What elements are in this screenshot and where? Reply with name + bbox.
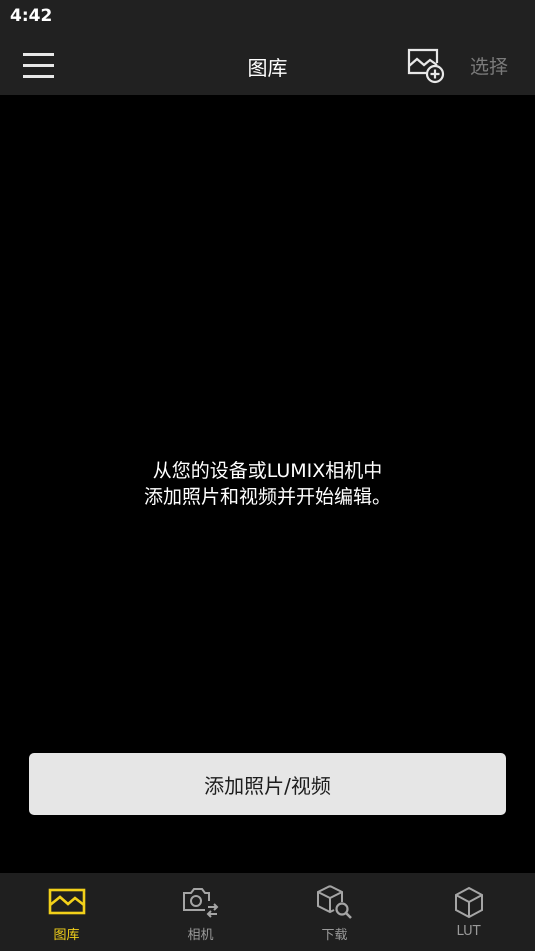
- nav-item-gallery[interactable]: 图库: [0, 873, 133, 951]
- nav-label-lut: LUT: [456, 924, 481, 939]
- cube-search-icon: [316, 885, 352, 919]
- status-bar: 4:42: [0, 0, 535, 35]
- nav-item-download[interactable]: 下载: [268, 873, 401, 951]
- camera-transfer-icon: [182, 888, 218, 918]
- cube-icon: [454, 886, 483, 919]
- nav-label-gallery: 图库: [53, 928, 80, 943]
- add-media-button[interactable]: [404, 46, 448, 88]
- status-time: 4:42: [10, 6, 53, 26]
- empty-state-message: 从您的设备或LUMIX相机中 添加照片和视频并开始编辑。: [0, 458, 535, 510]
- app-bar: 图库 选择: [0, 35, 535, 95]
- add-image-icon: [407, 48, 445, 84]
- select-button[interactable]: 选择: [470, 52, 508, 79]
- nav-item-lut[interactable]: LUT: [402, 873, 535, 951]
- empty-state-line-1: 从您的设备或LUMIX相机中: [152, 460, 383, 482]
- nav-label-camera: 相机: [187, 928, 214, 943]
- add-photos-videos-button[interactable]: 添加照片/视频: [29, 753, 506, 815]
- nav-label-download: 下载: [321, 928, 348, 943]
- page-title: 图库: [247, 56, 288, 80]
- gallery-icon: [48, 888, 85, 915]
- bottom-navigation: 图库 相机 下载 LUT: [0, 873, 535, 951]
- nav-item-camera[interactable]: 相机: [134, 873, 267, 951]
- empty-state-line-2: 添加照片和视频并开始编辑。: [143, 486, 391, 508]
